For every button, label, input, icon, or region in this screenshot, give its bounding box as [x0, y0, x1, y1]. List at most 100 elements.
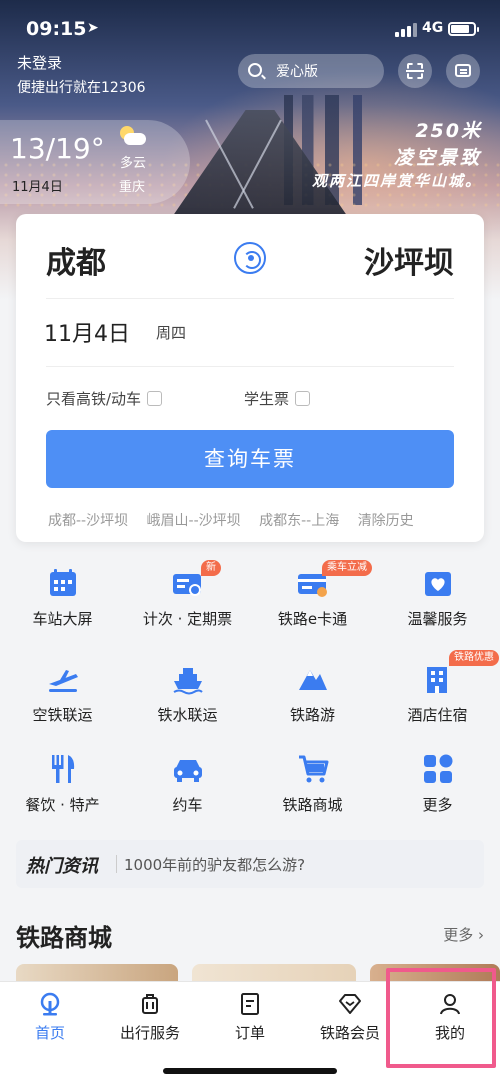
service-hotel[interactable]: 铁路优惠 酒店住宿 [375, 650, 500, 746]
search-icon [248, 63, 262, 77]
travel-weekday: 周四 [156, 324, 187, 342]
service-label: 车站大屏 [32, 610, 93, 628]
status-bar: 09:15 ➤ 4G [0, 18, 500, 44]
luggage-icon [142, 994, 158, 1014]
booking-card: 成都 沙坪坝 11月4日 周四 只看高铁/动车 学生票 查询车票 成都--沙坪坝… [16, 214, 484, 542]
service-label: 铁路游 [289, 706, 335, 724]
calendar-icon [50, 569, 76, 596]
new-badge: 新 [201, 560, 221, 576]
service-label: 铁路e卡通 [277, 610, 348, 628]
service-label: 温馨服务 [407, 610, 468, 628]
service-care[interactable]: 温馨服务 [375, 560, 500, 650]
highlight-box [386, 968, 496, 1068]
mall-more-link[interactable]: 更多 › [443, 924, 484, 945]
rail-discount-badge: 铁路优惠 [449, 650, 499, 666]
order-icon [241, 993, 259, 1015]
message-button[interactable] [446, 54, 480, 88]
signal-icon [395, 23, 417, 37]
clear-history-button[interactable]: 清除历史 [358, 513, 414, 529]
tab-label: 订单 [234, 1024, 265, 1042]
tab-orders[interactable]: 订单 [200, 982, 300, 1062]
history-item[interactable]: 峨眉山--沙坪坝 [147, 513, 241, 529]
mountain-icon [299, 670, 327, 690]
service-label: 空铁联运 [32, 706, 93, 724]
scan-line [406, 70, 424, 72]
search-history: 成都--沙坪坝 峨眉山--沙坪坝 成都东--上海 清除历史 [48, 510, 456, 530]
status-time: 09:15 [26, 18, 87, 40]
service-air-rail[interactable]: 空铁联运 [0, 656, 125, 746]
service-periodic-ticket[interactable]: 新 计次 · 定期票 [125, 560, 250, 650]
slogan-line-3: 观两江四岸赏华山城。 [311, 172, 482, 190]
service-rail-travel[interactable]: 铁路游 [250, 656, 375, 746]
student-checkbox[interactable] [295, 391, 311, 406]
weather-city: 重庆 [119, 180, 146, 195]
search-box[interactable]: 爱心版 [238, 54, 384, 88]
service-rail-mall[interactable]: 铁路商城 [250, 746, 375, 836]
service-label: 铁路商城 [282, 796, 343, 814]
partly-cloudy-icon [118, 126, 146, 148]
service-label: 计次 · 定期票 [142, 610, 233, 628]
high-speed-checkbox[interactable] [147, 391, 163, 406]
more-grid-icon [424, 754, 453, 783]
divider [46, 366, 454, 367]
scan-button[interactable] [398, 54, 432, 88]
food-icon [52, 755, 75, 783]
service-car[interactable]: 约车 [125, 746, 250, 836]
weather-date: 11月4日 [12, 180, 63, 195]
service-label: 酒店住宿 [407, 706, 468, 724]
mall-more-label: 更多 [443, 926, 474, 944]
plane-icon [49, 670, 78, 692]
search-tickets-button[interactable]: 查询车票 [46, 430, 454, 488]
high-speed-label: 只看高铁/动车 [46, 390, 142, 408]
search-placeholder: 爱心版 [276, 64, 318, 80]
network-type: 4G [422, 20, 444, 36]
divider [46, 298, 454, 299]
hotel-icon [427, 667, 447, 693]
chevron-right-icon: › [478, 926, 484, 944]
divider [116, 855, 117, 873]
to-station[interactable]: 沙坪坝 [364, 238, 454, 282]
service-station-screen[interactable]: 车站大屏 [0, 560, 125, 650]
service-more[interactable]: 更多 [375, 746, 500, 836]
history-item[interactable]: 成都东--上海 [259, 513, 339, 529]
hot-news-tag: 热门资讯 [26, 856, 98, 877]
login-title[interactable]: 未登录 [17, 52, 146, 73]
mall-section-title: 铁路商城 [16, 924, 112, 952]
home-icon [40, 992, 60, 1016]
high-speed-only-option[interactable]: 只看高铁/动车 [46, 388, 163, 409]
weather-widget[interactable]: 13/19° 11月4日 多云 重庆 [0, 120, 190, 204]
service-ecard[interactable]: 乘车立减 铁路e卡通 [250, 560, 375, 650]
from-station[interactable]: 成都 [46, 238, 106, 282]
login-subtitle: 便捷出行就在12306 [17, 80, 146, 96]
ship-icon [173, 668, 203, 695]
travel-date[interactable]: 11月4日 [44, 316, 130, 348]
service-rail-water[interactable]: 铁水联运 [125, 656, 250, 746]
slogan-line-1: 250米 [415, 120, 482, 142]
tab-home[interactable]: 首页 [0, 982, 100, 1062]
tab-label: 首页 [34, 1024, 65, 1042]
login-prompt[interactable]: 未登录 便捷出行就在12306 [17, 52, 146, 97]
discount-badge: 乘车立减 [322, 560, 372, 576]
service-food[interactable]: 餐饮 · 特产 [0, 746, 125, 836]
location-arrow-icon: ➤ [87, 20, 99, 36]
service-label: 更多 [422, 796, 453, 814]
slogan-line-2: 凌空景致 [393, 147, 482, 169]
weather-temp: 13/19° [10, 132, 105, 165]
heart-service-icon [425, 572, 451, 596]
tab-travel-service[interactable]: 出行服务 [100, 982, 200, 1062]
hot-news-bar[interactable]: 热门资讯 1000年前的驴友都怎么游? [16, 840, 484, 888]
service-label: 约车 [172, 796, 203, 814]
swap-stations-icon[interactable] [234, 242, 266, 274]
service-label: 餐饮 · 特产 [25, 796, 100, 814]
tab-membership[interactable]: 铁路会员 [300, 982, 400, 1062]
tab-label: 铁路会员 [319, 1024, 380, 1042]
ticket-card-icon [173, 574, 201, 596]
weather-desc: 多云 [120, 156, 147, 171]
hot-news-text[interactable]: 1000年前的驴友都怎么游? [124, 854, 305, 875]
cart-icon [299, 755, 329, 783]
diamond-icon [339, 994, 361, 1014]
student-ticket-option[interactable]: 学生票 [244, 388, 311, 409]
history-item[interactable]: 成都--沙坪坝 [48, 513, 128, 529]
tab-label: 出行服务 [119, 1024, 180, 1042]
battery-icon [448, 22, 479, 36]
